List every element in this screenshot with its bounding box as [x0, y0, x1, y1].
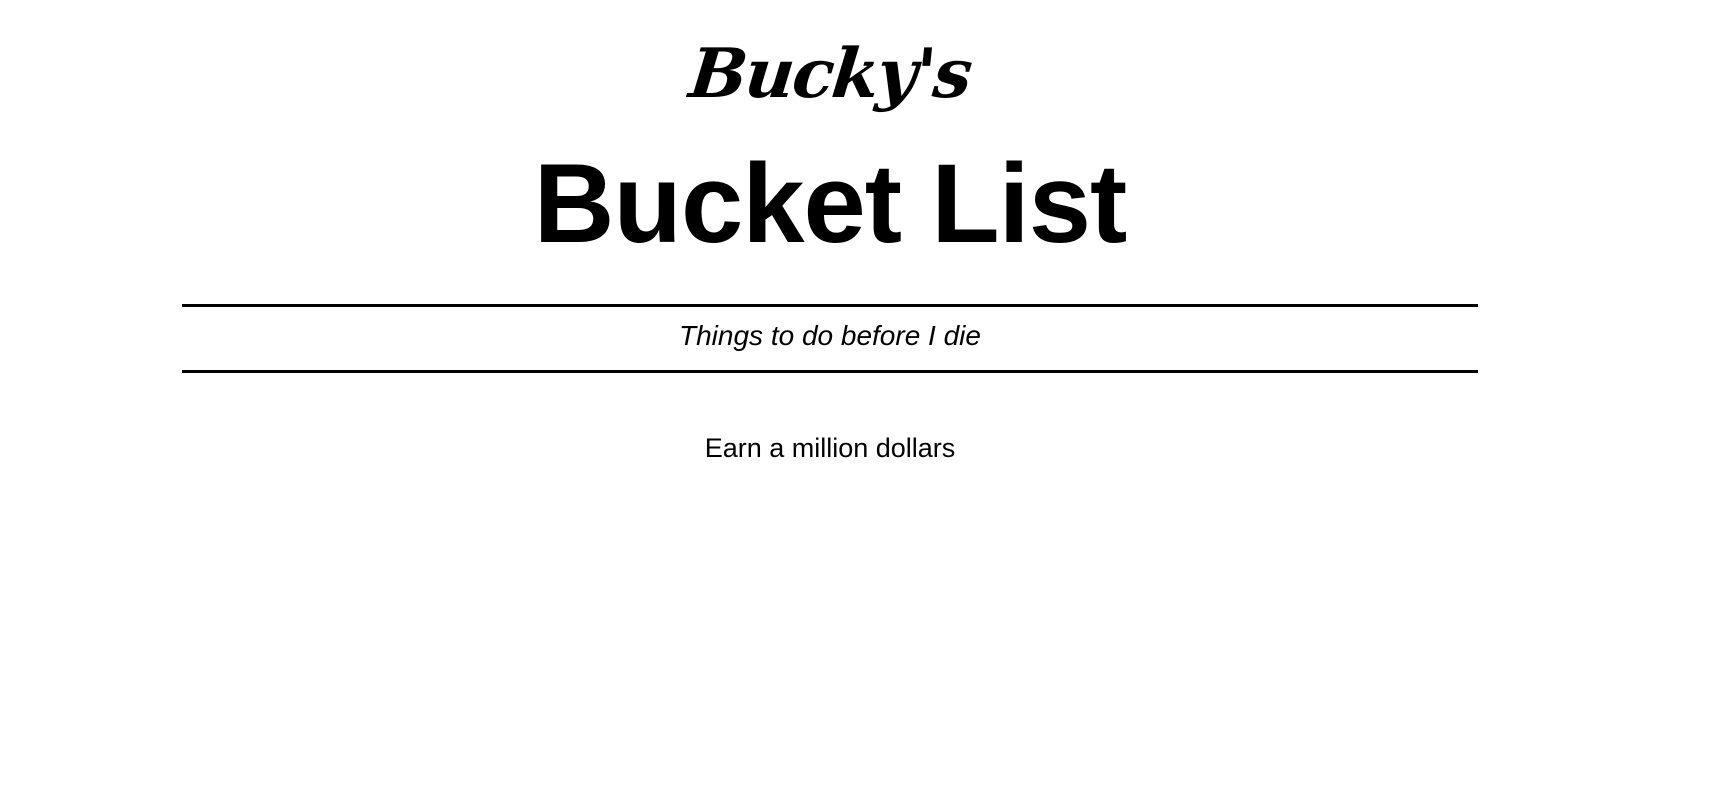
- bucket-list: Earn a million dollars: [182, 432, 1478, 464]
- list-item: Earn a million dollars: [704, 433, 956, 463]
- bottom-divider: [182, 370, 1478, 373]
- tagline: Things to do before I die: [679, 320, 981, 351]
- brand-logo: Bucky's: [685, 34, 975, 114]
- top-divider: [182, 304, 1478, 307]
- page: Bucky's Bucket List Things to do before …: [0, 0, 1722, 812]
- page-title: Bucket List: [533, 141, 1128, 266]
